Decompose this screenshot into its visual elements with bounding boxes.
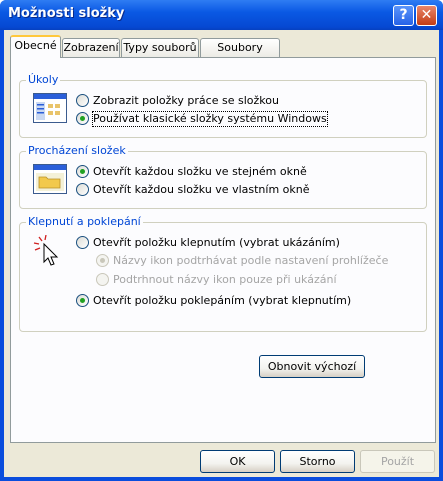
group-click-options: Klepnutí a poklepání Otevřít položku kle… [19,215,427,332]
ok-button[interactable]: OK [200,450,275,473]
tab-view[interactable]: Zobrazení [62,38,120,57]
cancel-button[interactable]: Storno [280,450,355,473]
radio-indicator [96,254,109,267]
tab-offline-files[interactable]: Soubory offline [200,38,280,72]
apply-button[interactable]: Použít [360,450,435,473]
close-icon: ✕ [420,7,433,23]
radio-label: Otevřít položku poklepáním (vybrat klepn… [93,294,352,307]
window-tasks-icon [33,93,67,123]
radio-label: Podtrhnout názvy ikon pouze při ukázání [113,273,337,286]
help-button[interactable]: ? [393,5,414,26]
dialog-window: Možnosti složky ? ✕ Obecné Zobrazení Typ… [0,0,443,481]
radio-label: Zobrazit položky práce se složkou [93,94,279,107]
radio-indicator [76,94,89,107]
radio-indicator [96,273,109,286]
radio-label: Otevřít každou složku ve stejném okně [93,165,307,178]
radio-indicator [76,112,89,125]
radio-indicator [76,183,89,196]
group-browse-folders: Procházení složek Otevřít každou složku … [19,144,427,209]
restore-defaults-button[interactable]: Obnovit výchozí [259,355,365,378]
dialog-client: Obecné Zobrazení Typy souborů Soubory of… [4,30,439,477]
tab-file-types[interactable]: Typy souborů [121,38,199,57]
folder-window-icon [33,164,67,194]
title-bar[interactable]: Možnosti složky ? ✕ [0,0,443,30]
radio-indicator [76,236,89,249]
close-button[interactable]: ✕ [416,5,437,26]
group-tasks-label: Úkoly [26,73,61,86]
tab-panel-general: Úkoly Zobrazit položky práce se složkou [10,57,436,443]
radio-label: Používat klasické složky systému Windows [92,111,328,127]
window-title: Možnosti složky [8,6,125,21]
radio-label: Otevřít položku klepnutím (vybrat ukázán… [93,236,340,249]
tab-general[interactable]: Obecné [10,35,61,58]
group-tasks: Úkoly Zobrazit položky práce se složkou [19,73,427,138]
radio-indicator [76,294,89,307]
group-browse-label: Procházení složek [26,144,128,157]
help-icon: ? [399,7,408,23]
group-click-label: Klepnutí a poklepání [26,215,143,228]
cursor-click-icon [33,235,59,266]
radio-indicator [76,165,89,178]
radio-label: Otevřít každou složku ve vlastním okně [93,183,310,196]
radio-label: Názvy ikon podtrhávat podle nastavení pr… [113,254,389,267]
